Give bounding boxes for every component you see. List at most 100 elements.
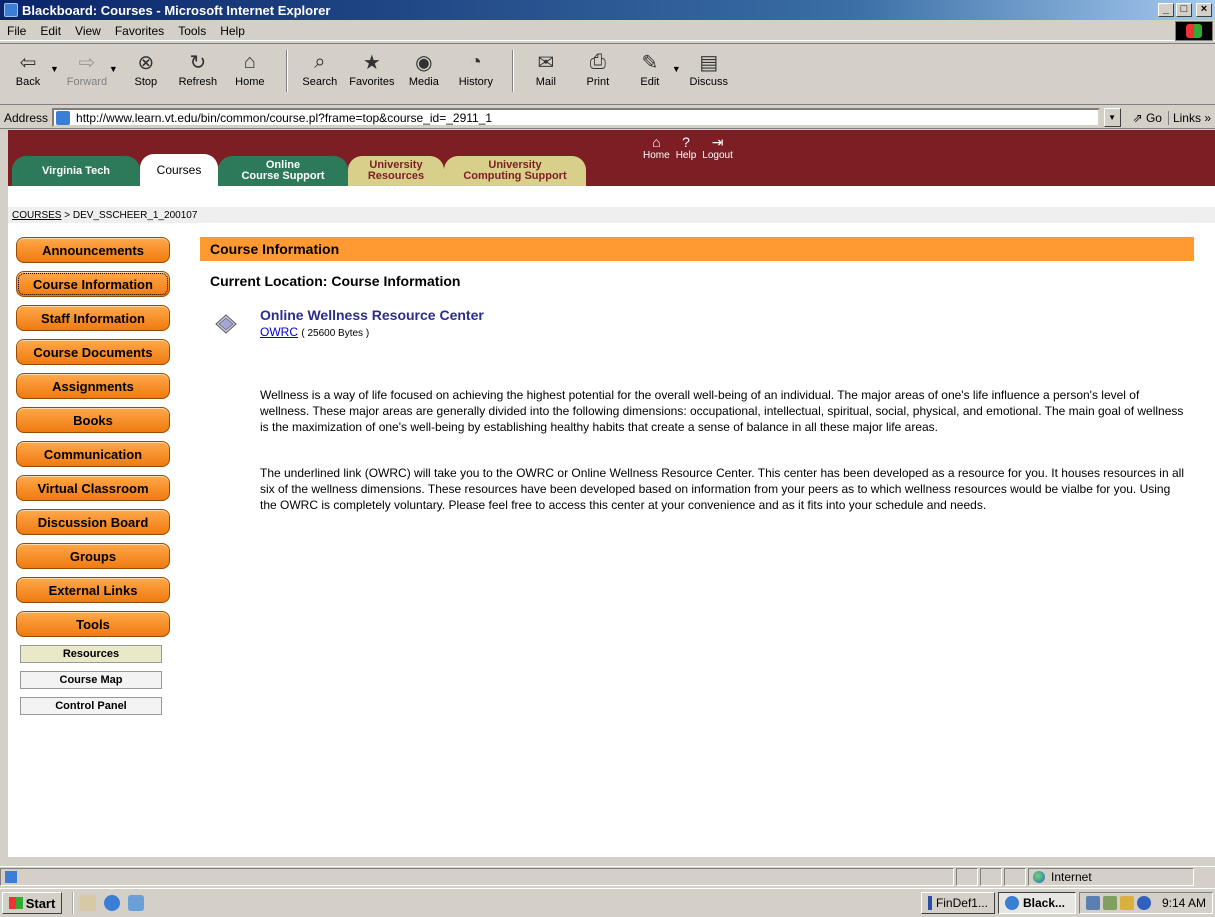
- close-button[interactable]: ×: [1196, 3, 1212, 17]
- nav-groups[interactable]: Groups: [16, 543, 170, 569]
- nav-resources[interactable]: Resources: [20, 645, 162, 663]
- nav-discussion-board[interactable]: Discussion Board: [16, 509, 170, 535]
- breadcrumb-courses-link[interactable]: COURSES: [12, 210, 61, 221]
- task-blackboard[interactable]: Black...: [997, 892, 1076, 914]
- minimize-button[interactable]: _: [1158, 3, 1174, 17]
- search-icon: ⌕: [314, 50, 326, 73]
- refresh-button[interactable]: ↻ Refresh: [174, 50, 222, 89]
- page-icon: [56, 110, 71, 125]
- nav-external-links[interactable]: External Links: [16, 577, 170, 603]
- nav-books[interactable]: Books: [16, 407, 170, 433]
- menu-file[interactable]: File: [0, 24, 33, 38]
- forward-button[interactable]: ⇨ Forward: [63, 50, 111, 89]
- header-icon-group: ⌂ Home ? Help ⇥ Logout: [643, 134, 733, 161]
- address-input[interactable]: http://www.learn.vt.edu/bin/common/cours…: [52, 108, 1100, 127]
- search-button[interactable]: ⌕ Search: [296, 50, 344, 89]
- back-button[interactable]: ⇦ Back: [4, 50, 52, 89]
- page-status-icon: [5, 870, 17, 883]
- nav-course-map[interactable]: Course Map: [20, 671, 162, 689]
- header-help-button[interactable]: ? Help: [676, 134, 697, 161]
- nav-announcements[interactable]: Announcements: [16, 237, 170, 263]
- word-icon: [927, 896, 932, 910]
- back-dropdown-icon[interactable]: ▼: [50, 64, 59, 74]
- nav-assignments[interactable]: Assignments: [16, 373, 170, 399]
- outlook-icon[interactable]: [128, 895, 144, 911]
- mail-button[interactable]: ✉ Mail: [522, 50, 570, 89]
- description-paragraph: The underlined link (OWRC) will take you…: [260, 466, 1184, 512]
- toolbar-separator: [285, 50, 288, 92]
- edit-button[interactable]: ✎ Edit: [626, 50, 674, 89]
- desktop-icon[interactable]: [80, 895, 96, 911]
- tab-courses[interactable]: Courses: [140, 154, 218, 186]
- task-buttons: FinDef1... Black...: [920, 892, 1079, 914]
- address-label: Address: [4, 110, 49, 125]
- menu-favorites[interactable]: Favorites: [108, 24, 171, 38]
- tray-app-icon[interactable]: [1119, 896, 1134, 910]
- header-logout-button[interactable]: ⇥ Logout: [702, 134, 733, 161]
- tab-virginia-tech[interactable]: Virginia Tech: [12, 156, 140, 186]
- page-content: Virginia Tech Courses Online Course Suppo…: [8, 130, 1215, 857]
- print-button[interactable]: ⎙ Print: [574, 50, 622, 89]
- links-button[interactable]: Links »: [1167, 110, 1215, 125]
- content-item: Online Wellness Resource Center OWRC ( 2…: [214, 307, 1194, 339]
- address-dropdown-icon[interactable]: ▼: [1103, 108, 1121, 127]
- clock[interactable]: 9:14 AM: [1162, 896, 1206, 910]
- menu-tools[interactable]: Tools: [171, 24, 213, 38]
- menu-edit[interactable]: Edit: [33, 24, 68, 38]
- edit-icon: ✎: [641, 51, 659, 74]
- history-button[interactable]: ◔ History: [452, 50, 500, 89]
- ie-quicklaunch-icon[interactable]: [104, 895, 120, 911]
- forward-arrow-icon: ⇨: [78, 51, 96, 74]
- nav-staff-information[interactable]: Staff Information: [16, 305, 170, 331]
- home-icon: ⌂: [652, 134, 661, 150]
- internet-globe-icon: [1033, 870, 1045, 883]
- media-button[interactable]: ◉ Media: [400, 50, 448, 89]
- network-icon[interactable]: [1085, 896, 1100, 910]
- home-button[interactable]: ⌂ Home: [226, 50, 274, 89]
- tab-university-computing-support[interactable]: University Computing Support: [444, 156, 586, 186]
- discuss-button[interactable]: ▤ Discuss: [685, 50, 733, 89]
- start-button[interactable]: Start: [2, 892, 62, 914]
- windows-logo-icon: [8, 897, 23, 909]
- breadcrumb-current: DEV_SSCHEER_1_200107: [72, 209, 198, 221]
- window-title: Blackboard: Courses - Microsoft Internet…: [22, 2, 331, 18]
- course-menu: Announcements Course Information Staff I…: [16, 237, 170, 723]
- quick-launch: [72, 892, 144, 914]
- nav-control-panel[interactable]: Control Panel: [20, 697, 162, 715]
- title-bar[interactable]: Blackboard: Courses - Microsoft Internet…: [0, 0, 1215, 20]
- address-url: http://www.learn.vt.edu/bin/common/cours…: [76, 110, 493, 125]
- nav-tools[interactable]: Tools: [16, 611, 170, 637]
- stop-button[interactable]: ⊗ Stop: [122, 50, 170, 89]
- header-home-button[interactable]: ⌂ Home: [643, 134, 670, 161]
- nav-virtual-classroom[interactable]: Virtual Classroom: [16, 475, 170, 501]
- forward-dropdown-icon[interactable]: ▼: [109, 64, 118, 74]
- messenger-icon[interactable]: [1136, 896, 1151, 910]
- edit-dropdown-icon[interactable]: ▼: [672, 64, 681, 74]
- address-bar: Address http://www.learn.vt.edu/bin/comm…: [0, 107, 1215, 129]
- ie-task-icon: [1004, 896, 1019, 910]
- favorites-icon: ★: [362, 51, 381, 74]
- status-bar: Internet: [0, 866, 1215, 886]
- maximize-button[interactable]: □: [1176, 3, 1192, 17]
- browser-window: Blackboard: Courses - Microsoft Internet…: [0, 0, 1215, 917]
- page-title: Course Information: [200, 237, 1194, 261]
- owrc-link[interactable]: OWRC: [260, 325, 298, 339]
- nav-course-information[interactable]: Course Information: [16, 271, 170, 297]
- tab-online-course-support[interactable]: Online Course Support: [218, 156, 348, 186]
- go-button[interactable]: ⇗ Go: [1127, 111, 1168, 125]
- menu-help[interactable]: Help: [213, 24, 252, 38]
- main-content: Course Information Current Location: Cou…: [200, 237, 1194, 513]
- blackboard-header: Virginia Tech Courses Online Course Suppo…: [8, 130, 1215, 186]
- antivirus-icon[interactable]: [1102, 896, 1117, 910]
- windows-logo-throbber: [1175, 21, 1213, 41]
- tab-university-resources[interactable]: University Resources: [348, 156, 444, 186]
- item-title: Online Wellness Resource Center: [260, 307, 484, 323]
- status-text-pane: [0, 867, 954, 886]
- nav-course-documents[interactable]: Course Documents: [16, 339, 170, 365]
- nav-communication[interactable]: Communication: [16, 441, 170, 467]
- history-icon: ◔: [469, 50, 482, 73]
- task-findef[interactable]: FinDef1...: [920, 892, 995, 914]
- menu-view[interactable]: View: [68, 24, 108, 38]
- home-icon: ⌂: [243, 50, 256, 73]
- favorites-button[interactable]: ★ Favorites: [348, 50, 396, 89]
